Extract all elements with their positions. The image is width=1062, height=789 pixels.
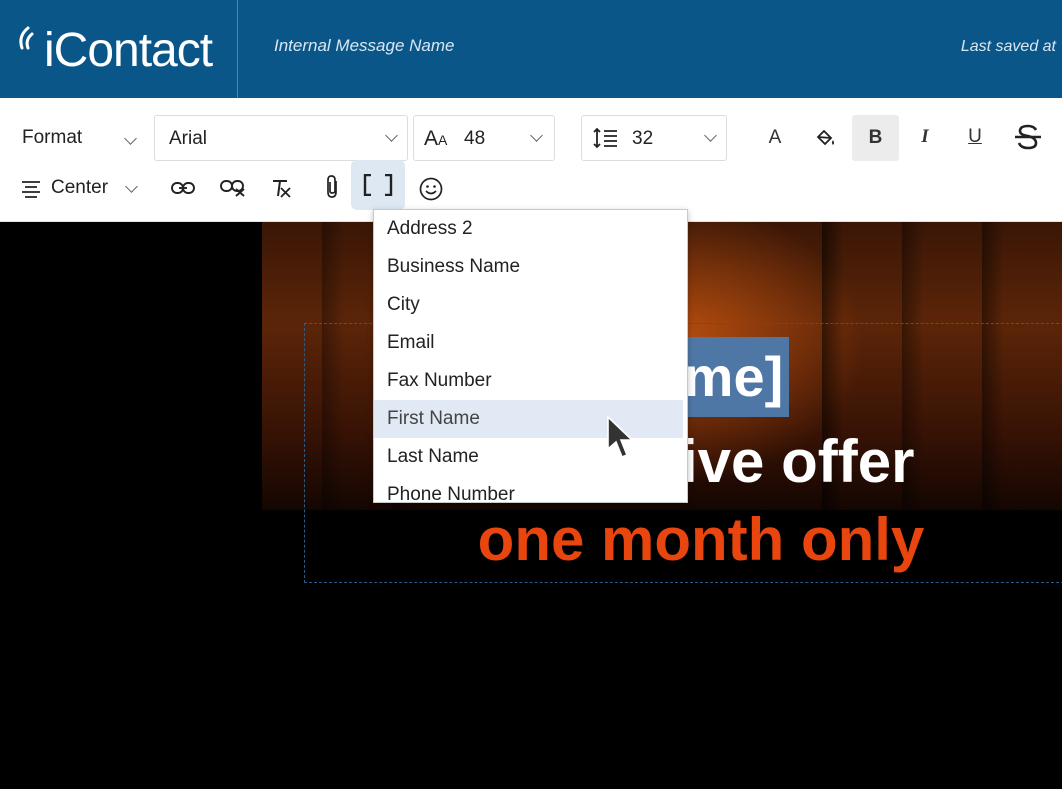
text-color-button[interactable]: A [760, 123, 790, 153]
merge-field-item[interactable]: Phone Number [374, 476, 687, 502]
icontact-logo[interactable]: iContact [16, 18, 226, 78]
unlink-icon [220, 180, 245, 197]
font-size-icon: AA [424, 127, 448, 150]
font-family-value: Arial [169, 128, 208, 149]
merge-field-item[interactable]: Last Name [374, 438, 687, 476]
editor-toolbar: Format Arial AA 48 32 A B I U Center [0, 98, 1062, 222]
emoji-button[interactable] [416, 174, 446, 204]
last-saved-status: Last saved at [960, 38, 1056, 55]
paperclip-icon [327, 175, 337, 198]
fill-color-button[interactable] [810, 122, 840, 152]
signal-icon [19, 26, 34, 50]
italic-button[interactable]: I [910, 122, 940, 152]
line-height-select[interactable]: 32 [581, 115, 727, 161]
merge-field-item[interactable]: City [374, 286, 687, 324]
email-editor: iContact Internal Message Name Last save… [0, 0, 1062, 789]
merge-fields-dropdown: Address 2 Business Name City Email Fax N… [373, 209, 688, 503]
mouse-cursor-icon [607, 415, 634, 459]
line-height-icon [593, 127, 617, 149]
brackets-icon [363, 174, 393, 196]
font-family-select[interactable]: Arial [154, 115, 408, 161]
bold-icon: B [868, 127, 883, 148]
subheadline-text[interactable]: one month only [0, 500, 1062, 580]
format-label: Format [22, 127, 83, 148]
message-name-field[interactable]: Internal Message Name [274, 36, 454, 56]
line-height-chevron-down-icon [704, 129, 717, 142]
app-header: iContact Internal Message Name Last save… [0, 0, 1062, 98]
header-divider [237, 0, 238, 98]
line-height-value: 32 [632, 128, 654, 149]
font-family-chevron-down-icon [385, 129, 398, 142]
logo-text: iContact [44, 24, 213, 77]
merge-field-item[interactable]: Fax Number [374, 362, 687, 400]
merge-field-item[interactable]: Address 2 [374, 210, 687, 248]
underline-button[interactable]: U [960, 122, 990, 152]
bold-button[interactable]: B [852, 115, 899, 161]
align-center-icon [20, 178, 42, 200]
attach-button[interactable] [320, 172, 346, 202]
format-dropdown[interactable]: Format [22, 127, 82, 149]
merge-field-item[interactable]: Business Name [374, 248, 687, 286]
clear-formatting-button[interactable] [268, 174, 296, 202]
strikethrough-icon [1015, 124, 1041, 150]
align-dropdown[interactable]: Center [51, 177, 108, 199]
font-size-select[interactable]: AA 48 [413, 115, 555, 161]
unlink-button[interactable] [218, 174, 248, 202]
merge-field-item[interactable]: Email [374, 324, 687, 362]
align-label: Center [51, 177, 109, 198]
link-icon [171, 182, 195, 194]
insert-link-button[interactable] [168, 174, 198, 202]
smiley-icon [419, 177, 443, 201]
text-color-icon: A [768, 127, 782, 148]
merge-field-item-hovered[interactable]: First Name [374, 400, 683, 438]
font-size-value: 48 [464, 128, 486, 149]
format-chevron-down-icon [124, 132, 137, 145]
font-size-chevron-down-icon [530, 129, 543, 142]
merge-fields-button[interactable] [351, 160, 405, 210]
italic-icon: I [921, 126, 929, 147]
strikethrough-button[interactable] [1010, 120, 1046, 154]
clear-format-icon [273, 180, 291, 198]
paint-bucket-icon [816, 129, 834, 146]
underline-icon: U [968, 126, 982, 147]
align-chevron-down-icon [125, 180, 138, 193]
